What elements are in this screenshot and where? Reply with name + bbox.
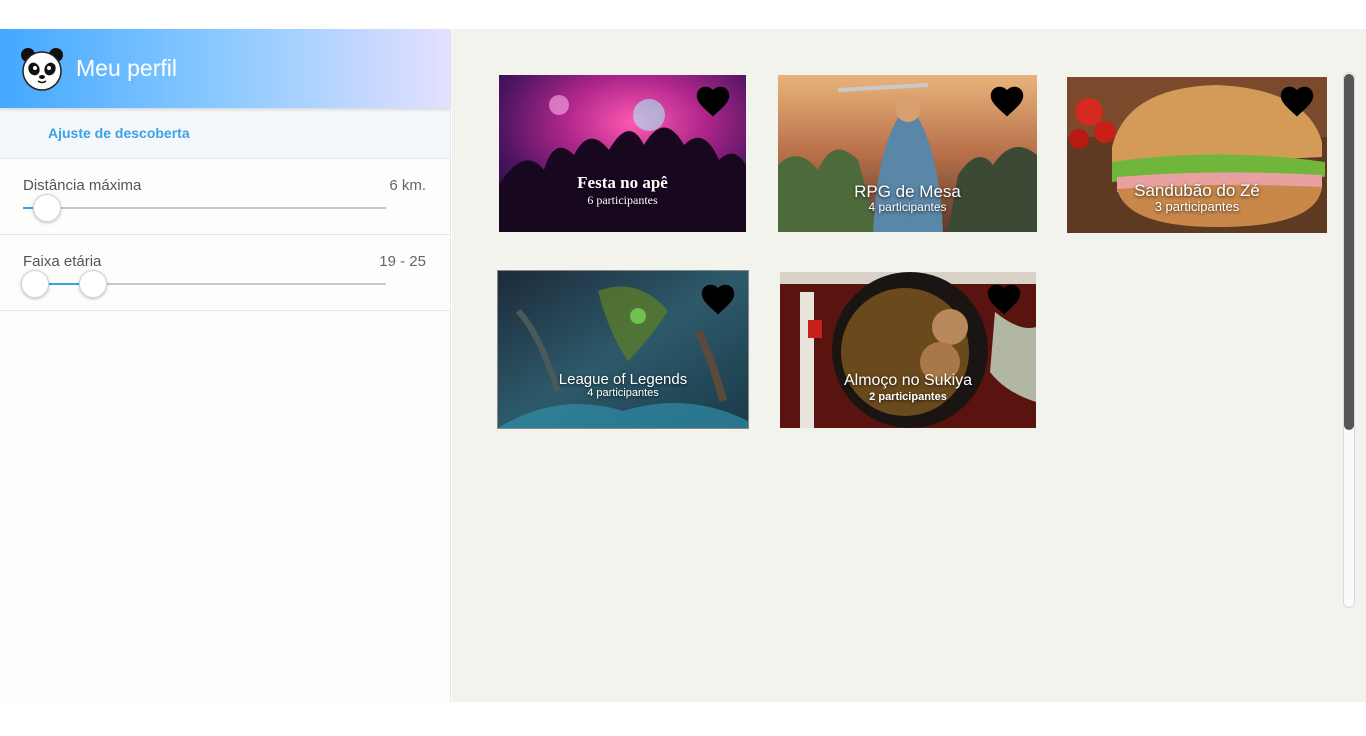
age-range-min-thumb[interactable] <box>20 270 49 298</box>
favorite-heart-icon[interactable] <box>985 282 1023 316</box>
discovery-label: Ajuste de descoberta <box>48 125 190 141</box>
profile-header[interactable]: Meu perfil <box>0 29 450 108</box>
event-card-sukiya[interactable]: Almoço no Sukiya 2 participantes <box>780 272 1036 428</box>
event-title: League of Legends <box>558 371 688 388</box>
max-distance-slider[interactable] <box>23 194 386 222</box>
event-card-sandubao[interactable]: Sandubão do Zé 3 participantes <box>1067 77 1327 233</box>
sidebar: Meu perfil Ajuste de descoberta Distânci… <box>0 29 451 702</box>
event-participants: 2 participantes <box>869 391 947 403</box>
event-card-lol[interactable]: League of Legends 4 participantes <box>497 270 749 429</box>
event-card-festa[interactable]: Festa no apê 6 participantes <box>499 75 746 232</box>
favorite-heart-icon[interactable] <box>988 84 1026 118</box>
event-title: Sandubão do Zé <box>1134 181 1260 200</box>
event-title: RPG de Mesa <box>854 182 961 201</box>
max-distance-label: Distância máxima <box>23 177 142 194</box>
favorite-heart-icon[interactable] <box>699 282 737 316</box>
max-distance-setting: Distância máxima 6 km. <box>0 159 450 235</box>
age-range-value: 19 - 25 <box>379 253 426 270</box>
panda-avatar-icon <box>21 47 63 91</box>
events-scrollbar-thumb[interactable] <box>1344 74 1354 430</box>
event-participants: 6 participantes <box>587 193 658 207</box>
event-title: Festa no apê <box>577 173 668 192</box>
events-scrollbar[interactable] <box>1343 72 1355 608</box>
age-range-slider[interactable] <box>20 270 386 298</box>
profile-title: Meu perfil <box>76 55 177 81</box>
event-participants: 4 participantes <box>587 387 659 399</box>
age-range-setting: Faixa etária 19 - 25 <box>0 235 450 311</box>
favorite-heart-icon[interactable] <box>694 84 732 118</box>
event-card-rpg[interactable]: RPG de Mesa 4 participantes <box>778 75 1037 232</box>
max-distance-value: 6 km. <box>389 177 426 194</box>
discovery-settings-header: Ajuste de descoberta <box>0 108 450 159</box>
event-participants: 3 participantes <box>1154 199 1240 214</box>
max-distance-slider-thumb[interactable] <box>33 194 62 222</box>
age-range-max-thumb[interactable] <box>78 270 107 298</box>
age-range-label: Faixa etária <box>23 253 102 270</box>
event-participants: 4 participantes <box>868 200 947 214</box>
favorite-heart-icon[interactable] <box>1278 84 1316 118</box>
event-title: Almoço no Sukiya <box>843 372 973 389</box>
